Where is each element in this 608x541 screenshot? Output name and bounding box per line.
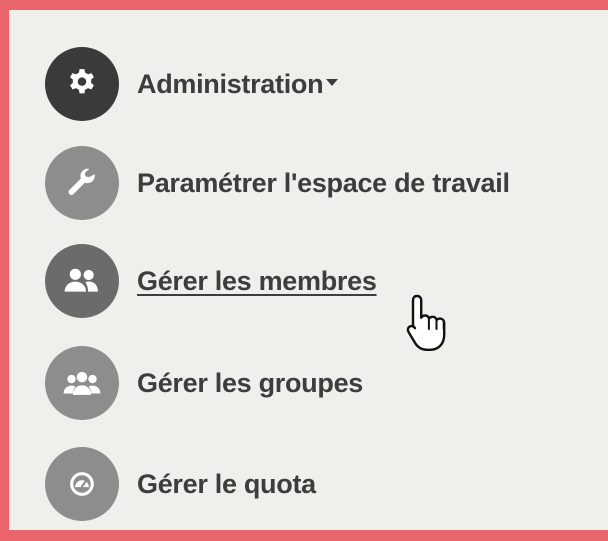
manage-quota-label: Gérer le quota [137, 468, 316, 499]
gauge-icon [45, 447, 119, 521]
caret-down-icon [326, 78, 339, 86]
administration-label: Administration [137, 69, 339, 100]
manage-members-link[interactable]: Gérer les membres [137, 266, 377, 297]
workspace-settings-label: Paramétrer l'espace de travail [137, 167, 510, 198]
menu-item-workspace-settings[interactable]: Paramétrer l'espace de travail [45, 145, 510, 221]
gear-icon [45, 47, 119, 121]
members-icon [45, 244, 119, 318]
manage-groups-label: Gérer les groupes [137, 367, 363, 398]
menu-item-manage-members[interactable]: Gérer les membres [45, 243, 377, 319]
menu-item-manage-groups[interactable]: Gérer les groupes [45, 345, 363, 421]
administration-dropdown-toggle[interactable]: Administration [45, 46, 339, 122]
menu-item-manage-quota[interactable]: Gérer le quota [45, 446, 316, 522]
wrench-icon [45, 146, 119, 220]
administration-menu-panel: Administration Paramétrer l'espace de tr… [9, 10, 608, 530]
groups-icon [45, 346, 119, 420]
hand-pointer-icon [404, 292, 454, 359]
